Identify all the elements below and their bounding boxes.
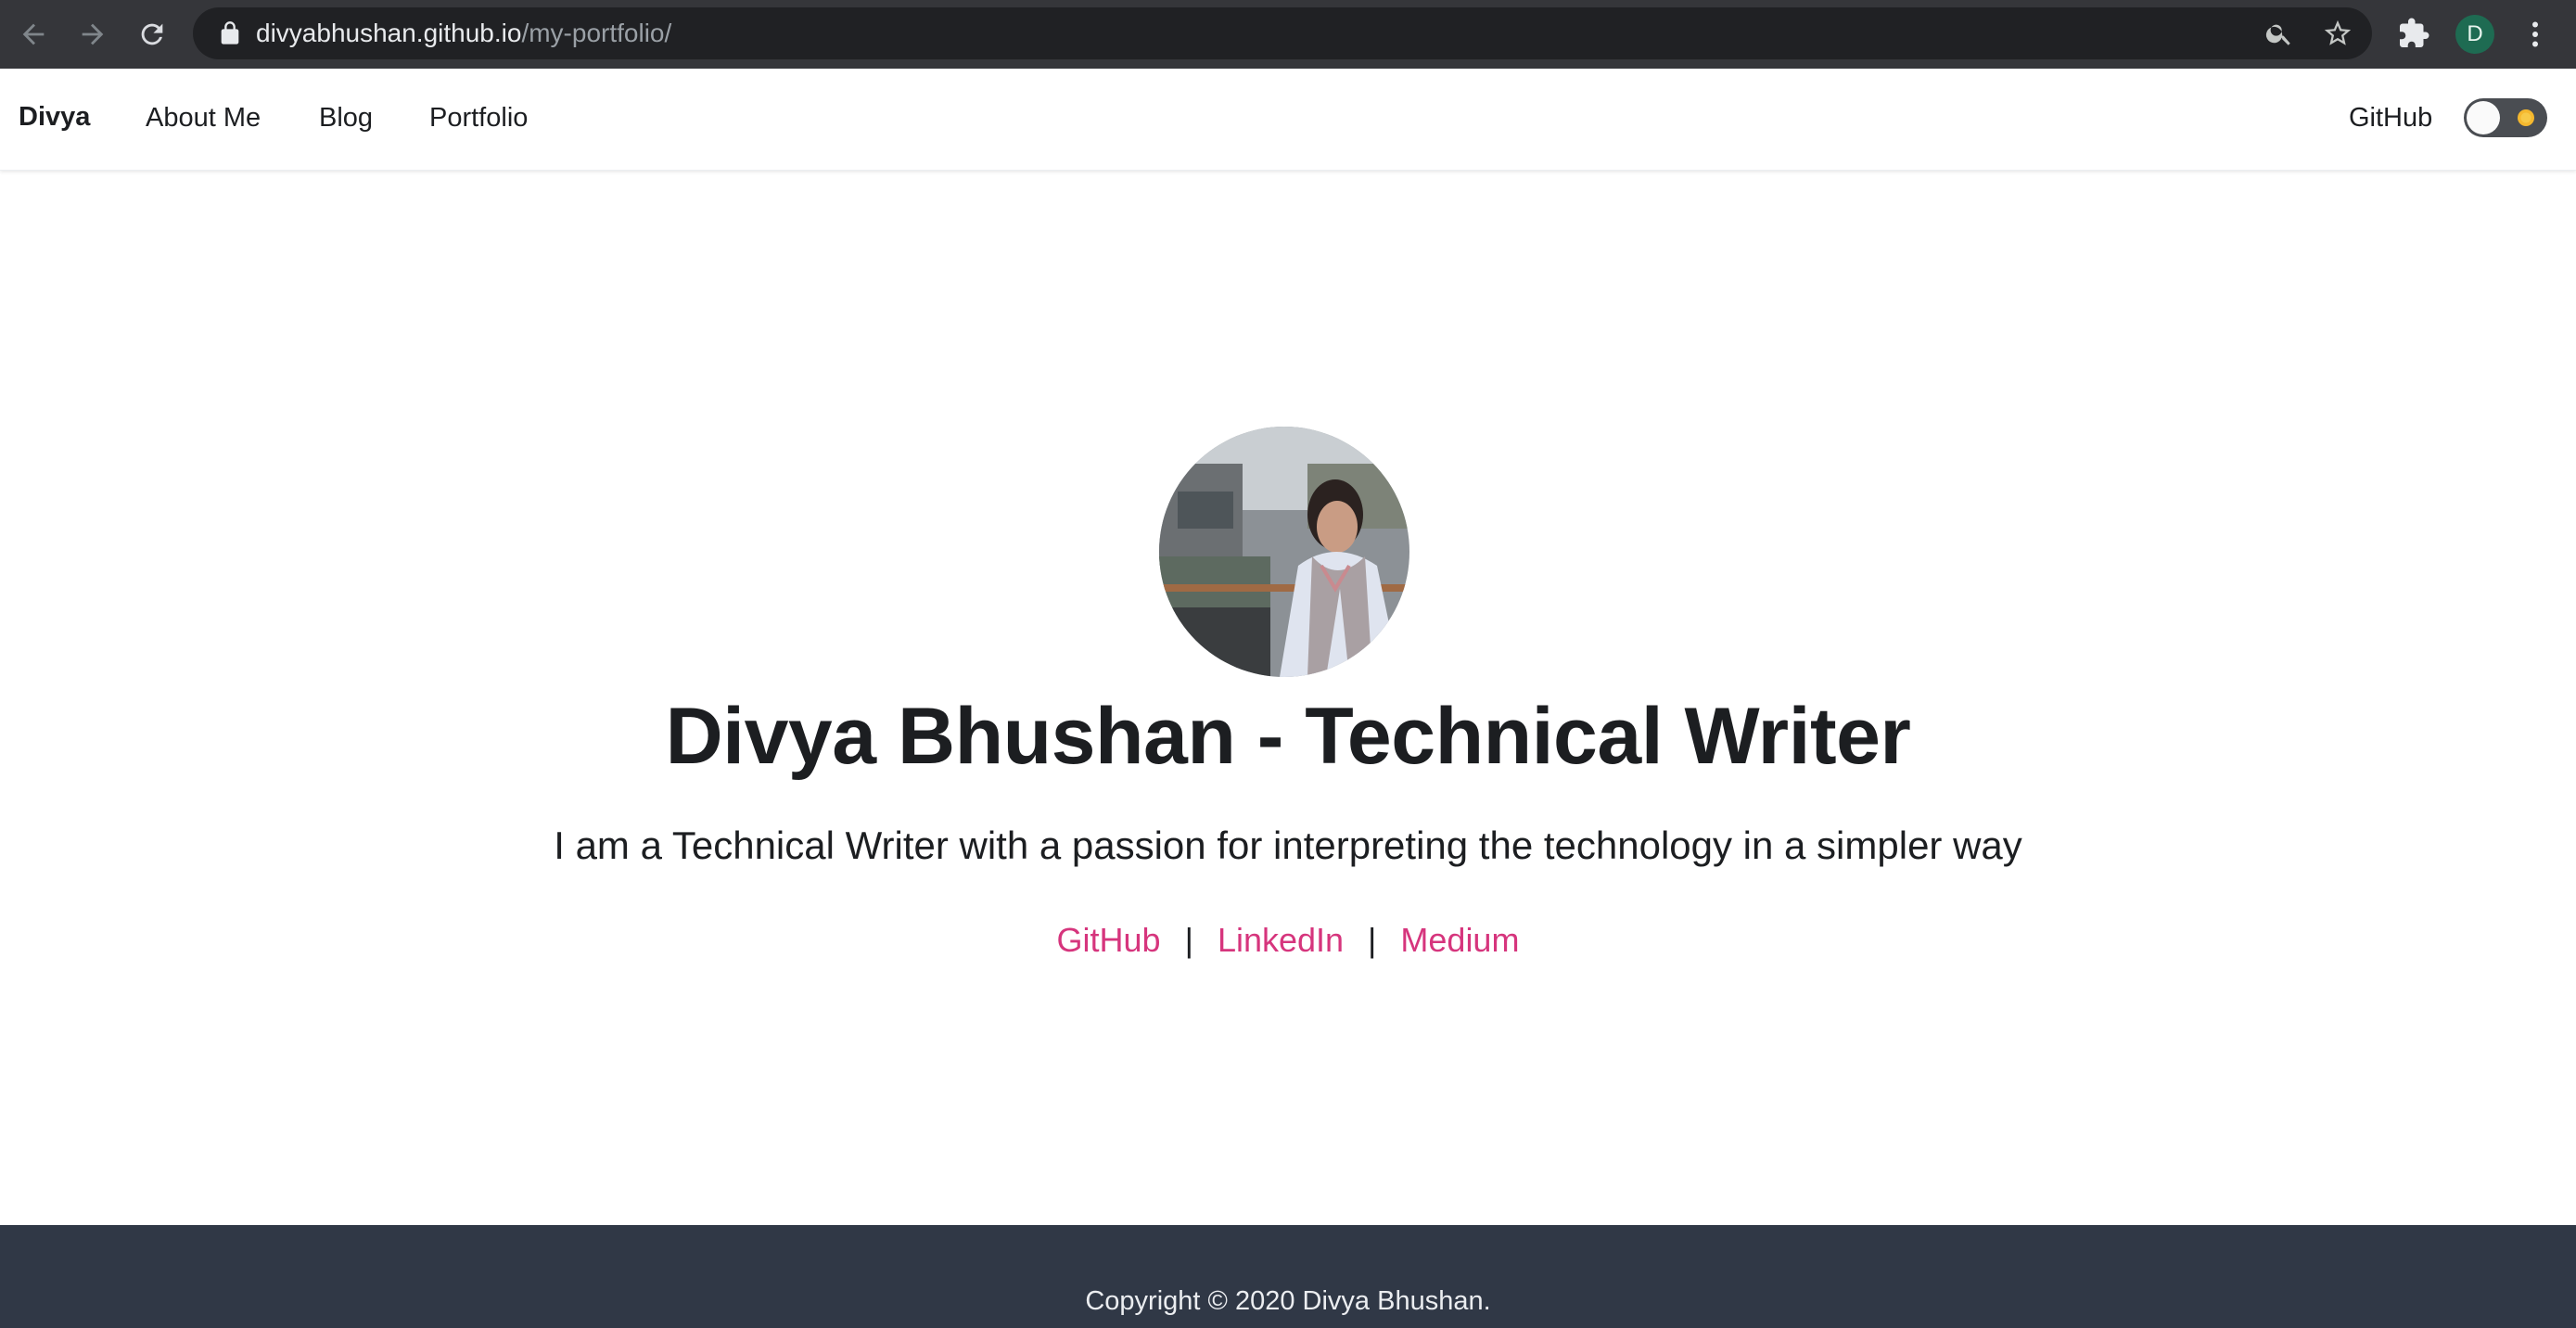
forward-button[interactable] bbox=[63, 0, 122, 69]
brand-link[interactable]: Divya bbox=[19, 102, 90, 133]
extensions-icon[interactable] bbox=[2397, 17, 2430, 50]
page-title: Divya Bhushan - Technical Writer bbox=[665, 692, 1911, 781]
kebab-menu-icon[interactable] bbox=[2519, 16, 2552, 53]
nav-github[interactable]: GitHub bbox=[2349, 103, 2432, 134]
address-bar[interactable]: divyabhushan.github.io/my-portfolio/ bbox=[193, 7, 2372, 59]
link-separator: | bbox=[1368, 921, 1377, 959]
site-footer: Copyright © 2020 Divya Bhushan. bbox=[0, 1225, 2576, 1328]
theme-toggle[interactable] bbox=[2464, 98, 2547, 137]
medium-link[interactable]: Medium bbox=[1400, 921, 1519, 959]
site-navbar: Divya About Me Blog Portfolio GitHub bbox=[0, 69, 2576, 171]
link-separator: | bbox=[1184, 921, 1193, 959]
tagline: I am a Technical Writer with a passion f… bbox=[554, 824, 2022, 867]
lock-icon bbox=[221, 21, 239, 45]
linkedin-link[interactable]: LinkedIn bbox=[1218, 921, 1344, 959]
url-host: divyabhushan.github.io bbox=[256, 19, 522, 47]
profile-photo bbox=[1159, 427, 1409, 677]
reload-button[interactable] bbox=[122, 0, 182, 69]
reload-icon bbox=[141, 23, 163, 45]
profile-photo-illustration bbox=[1159, 427, 1409, 677]
back-button[interactable] bbox=[4, 0, 63, 69]
url-text: divyabhushan.github.io/my-portfolio/ bbox=[256, 19, 671, 48]
profile-avatar[interactable]: D bbox=[2455, 15, 2494, 54]
toggle-knob bbox=[2467, 101, 2500, 134]
copyright-text: Copyright © 2020 Divya Bhushan. bbox=[1085, 1286, 1491, 1316]
social-links: GitHub | LinkedIn | Medium bbox=[0, 921, 2576, 960]
browser-toolbar: divyabhushan.github.io/my-portfolio/ D bbox=[0, 0, 2576, 69]
github-link[interactable]: GitHub bbox=[1057, 921, 1161, 959]
nav-portfolio[interactable]: Portfolio bbox=[429, 103, 528, 134]
nav-blog[interactable]: Blog bbox=[319, 103, 373, 134]
forward-arrow-icon bbox=[82, 23, 104, 45]
sun-icon bbox=[2518, 109, 2534, 126]
zoom-icon[interactable] bbox=[2264, 19, 2294, 48]
url-path: /my-portfolio/ bbox=[521, 19, 672, 47]
back-arrow-icon bbox=[22, 23, 45, 45]
star-icon[interactable] bbox=[2322, 18, 2353, 49]
nav-about-me[interactable]: About Me bbox=[146, 103, 261, 134]
